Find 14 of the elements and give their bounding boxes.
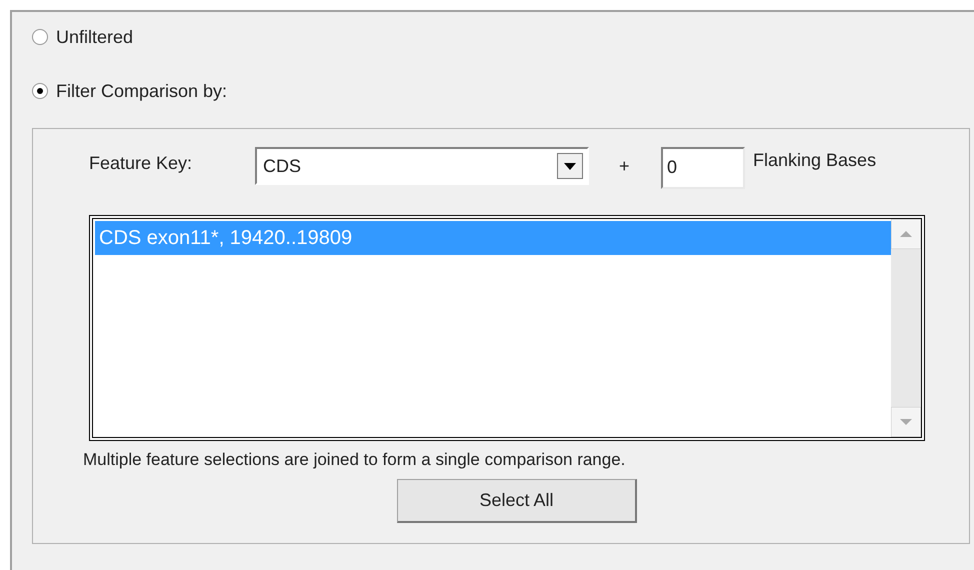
plus-sign: +: [619, 155, 631, 178]
scroll-down-icon[interactable]: [891, 407, 921, 437]
note-text: Multiple feature selections are joined to form a single comparison range.: [83, 449, 626, 471]
scroll-up-icon[interactable]: [891, 219, 921, 249]
flanking-bases-label: Flanking Bases: [753, 149, 876, 172]
radio-label: Filter Comparison by:: [56, 80, 228, 103]
feature-key-label: Feature Key:: [89, 152, 194, 175]
select-all-button[interactable]: Select All: [397, 478, 637, 522]
radio-button[interactable]: [32, 29, 48, 45]
scrollbar[interactable]: [891, 219, 921, 437]
feature-key-dropdown[interactable]: CDS: [255, 147, 589, 185]
flanking-bases-field[interactable]: 0: [661, 147, 745, 189]
radio-button[interactable]: [32, 83, 48, 99]
radio-label: Unfiltered: [56, 26, 134, 48]
